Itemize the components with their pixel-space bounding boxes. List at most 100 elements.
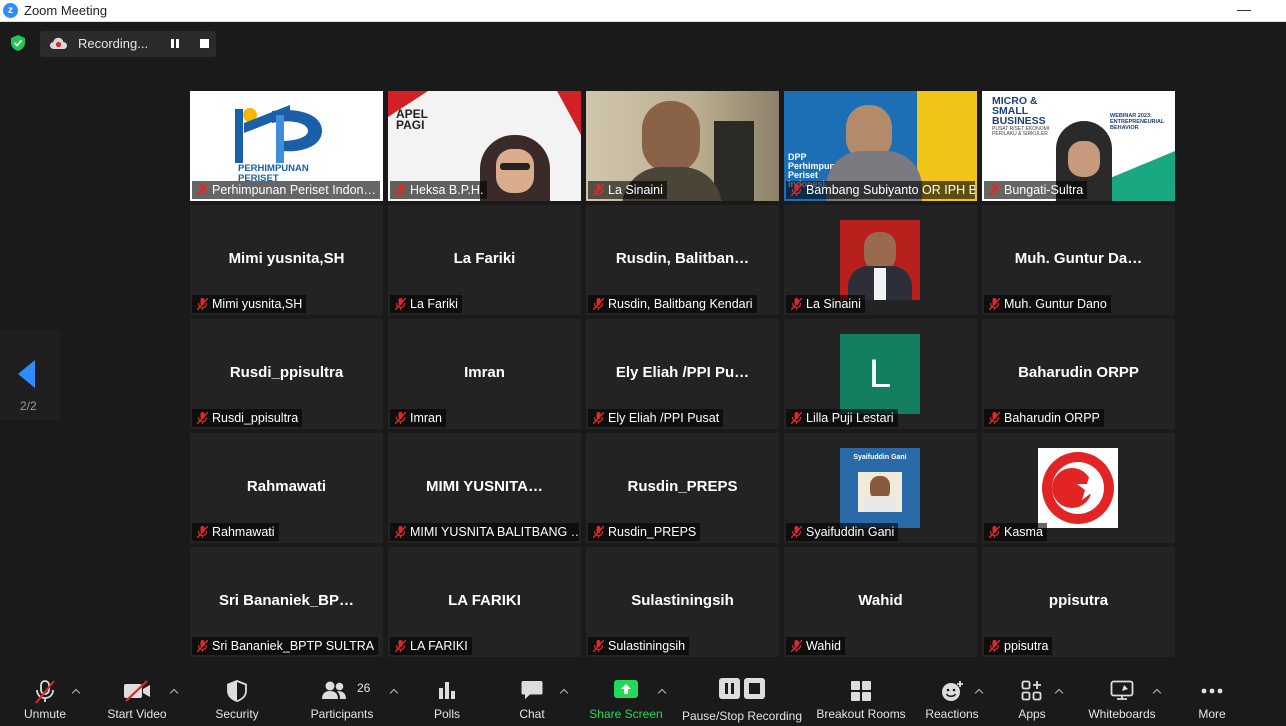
- video-tile[interactable]: Syaifuddin Gani Syaifuddin Gani: [784, 433, 977, 543]
- participant-name: Rusdi_ppisultra: [192, 409, 303, 427]
- more-label: More: [1198, 707, 1226, 721]
- start-video-button[interactable]: Start Video: [102, 666, 172, 726]
- video-tile[interactable]: Rusdin, Balitban… Rusdin, Balitbang Kend…: [586, 205, 779, 315]
- video-tile[interactable]: Wahid Wahid: [784, 547, 977, 657]
- video-options-chevron-icon[interactable]: [170, 688, 178, 696]
- audio-options-chevron-icon[interactable]: [72, 688, 80, 696]
- participant-name: Imran: [390, 409, 446, 427]
- meeting-toolbar: Unmute Start Video Security 26 Participa…: [0, 666, 1286, 726]
- video-tile[interactable]: Kasma: [982, 433, 1175, 543]
- muted-mic-icon: [395, 184, 406, 196]
- video-tile[interactable]: Rahmawati Rahmawati: [190, 433, 383, 543]
- muted-mic-icon: [197, 298, 208, 310]
- video-tile[interactable]: Sri Bananiek_BP… Sri Bananiek_BPTP SULTR…: [190, 547, 383, 657]
- gallery-grid: PERHIMPUNAN PERISET Perhimpunan Periset …: [190, 91, 1175, 657]
- participant-name-text: Mimi yusnita,SH: [212, 297, 303, 311]
- apps-options-chevron-icon[interactable]: [1055, 688, 1063, 696]
- muted-mic-icon: [791, 526, 802, 538]
- participant-display-name: Rusdi_ppisultra: [229, 364, 344, 381]
- participant-name-text: Rahmawati: [212, 525, 275, 539]
- participant-name: Sulastiningsih: [588, 637, 690, 655]
- video-tile[interactable]: APEL PAGI Heksa B.P.H.: [388, 91, 581, 201]
- video-tile[interactable]: Mimi yusnita,SH Mimi yusnita,SH: [190, 205, 383, 315]
- chat-button[interactable]: Chat: [502, 666, 562, 726]
- participant-name: Baharudin ORPP: [984, 409, 1104, 427]
- chat-label: Chat: [519, 707, 545, 721]
- participants-icon: [322, 681, 346, 699]
- participant-name: ppisutra: [984, 637, 1053, 655]
- video-tile[interactable]: Muh. Guntur Da… Muh. Guntur Dano: [982, 205, 1175, 315]
- participant-display-name: Sulastiningsih: [631, 592, 734, 609]
- unmute-button[interactable]: Unmute: [10, 666, 80, 726]
- participant-name-text: Muh. Guntur Dano: [1004, 297, 1107, 311]
- participant-name: Wahid: [786, 637, 845, 655]
- video-tile[interactable]: Imran Imran: [388, 319, 581, 429]
- participant-name-text: Rusdin, Balitbang Kendari: [608, 297, 753, 311]
- muted-mic-icon: [791, 412, 802, 424]
- stop-recording-button[interactable]: [200, 39, 209, 48]
- video-tile[interactable]: MIMI YUSNITA… MIMI YUSNITA BALITBANG …: [388, 433, 581, 543]
- emoji-reaction-icon: [942, 681, 963, 701]
- participant-display-name: Wahid: [858, 592, 903, 609]
- video-tile[interactable]: Ely Eliah /PPI Pu… Ely Eliah /PPI Pusat: [586, 319, 779, 429]
- video-tile[interactable]: Sulastiningsih Sulastiningsih: [586, 547, 779, 657]
- encryption-shield-icon[interactable]: [11, 35, 25, 51]
- video-tile-active-speaker[interactable]: La Sinaini: [586, 91, 779, 201]
- participant-name: MIMI YUSNITA BALITBANG …: [390, 523, 579, 541]
- participants-button[interactable]: 26 Participants: [302, 666, 382, 726]
- reactions-button[interactable]: Reactions: [920, 666, 984, 726]
- security-button[interactable]: Security: [202, 666, 272, 726]
- share-screen-button[interactable]: Share Screen: [586, 666, 666, 726]
- video-tile[interactable]: Rusdi_ppisultra Rusdi_ppisultra: [190, 319, 383, 429]
- pause-recording-button[interactable]: [171, 39, 181, 49]
- video-tile[interactable]: PERHIMPUNAN PERISET Perhimpunan Periset …: [190, 91, 383, 201]
- share-options-chevron-icon[interactable]: [658, 688, 666, 696]
- whiteboards-options-chevron-icon[interactable]: [1153, 688, 1161, 696]
- book-title: Syaifuddin Gani: [853, 454, 907, 461]
- ppi-logo-icon: PERHIMPUNAN PERISET: [230, 101, 342, 183]
- participant-display-name: Sri Bananiek_BP…: [218, 592, 355, 609]
- muted-mic-icon: [395, 298, 406, 310]
- pause-stop-recording-button[interactable]: Pause/Stop Recording: [680, 666, 804, 726]
- participant-display-name: LA FARIKI: [448, 592, 521, 609]
- participant-name-text: La Fariki: [410, 297, 458, 311]
- video-tile[interactable]: La Sinaini: [784, 205, 977, 315]
- video-tile[interactable]: La Fariki La Fariki: [388, 205, 581, 315]
- video-tile[interactable]: Baharudin ORPP Baharudin ORPP: [982, 319, 1175, 429]
- chat-options-chevron-icon[interactable]: [560, 688, 568, 696]
- participant-name-text: Rusdin_PREPS: [608, 525, 697, 539]
- participant-name: Lilla Puji Lestari: [786, 409, 898, 427]
- participant-display-name: Rahmawati: [246, 478, 327, 495]
- participants-options-chevron-icon[interactable]: [390, 688, 398, 696]
- participant-name: Rusdin_PREPS: [588, 523, 701, 541]
- polls-button[interactable]: Polls: [417, 666, 477, 726]
- participant-name-text: Wahid: [806, 639, 841, 653]
- video-tile[interactable]: LA FARIKI LA FARIKI: [388, 547, 581, 657]
- participant-display-name: Rusdin_PREPS: [627, 478, 738, 495]
- whiteboards-button[interactable]: Whiteboards: [1082, 666, 1162, 726]
- video-tile[interactable]: Rusdin_PREPS Rusdin_PREPS: [586, 433, 779, 543]
- more-button[interactable]: More: [1186, 666, 1238, 726]
- muted-mic-icon: [395, 412, 406, 424]
- participant-name: Perhimpunan Periset Indon…: [192, 181, 380, 199]
- meeting-top-bar: Recording...: [0, 22, 1286, 62]
- minimize-button[interactable]: —: [1234, 0, 1254, 20]
- muted-mic-icon: [593, 298, 604, 310]
- video-tile[interactable]: MICRO & SMALL BUSINESS PUSAT RISET EKONO…: [982, 91, 1175, 201]
- reactions-label: Reactions: [925, 707, 979, 721]
- participant-display-name: Muh. Guntur Da…: [1014, 250, 1143, 267]
- slide-webinar: WEBINAR 2023: ENTREPRENEURIAL BEHAVIOR: [1110, 113, 1165, 131]
- breakout-rooms-button[interactable]: Breakout Rooms: [812, 666, 910, 726]
- apps-button[interactable]: Apps: [1002, 666, 1062, 726]
- video-tile[interactable]: ppisutra ppisutra: [982, 547, 1175, 657]
- muted-mic-icon: [593, 412, 604, 424]
- muted-mic-icon: [989, 526, 1000, 538]
- unmute-label: Unmute: [23, 707, 67, 721]
- previous-page-arrow-icon[interactable]: [18, 360, 35, 388]
- red-logo-icon: [1038, 448, 1118, 528]
- video-tile[interactable]: DPP Perhimpunan Periset Indonesia Bamban…: [784, 91, 977, 201]
- reactions-options-chevron-icon[interactable]: [975, 688, 983, 696]
- video-tile[interactable]: L Lilla Puji Lestari: [784, 319, 977, 429]
- participant-name: Bungati-Sultra: [984, 181, 1088, 199]
- bar-chart-icon: [439, 682, 455, 699]
